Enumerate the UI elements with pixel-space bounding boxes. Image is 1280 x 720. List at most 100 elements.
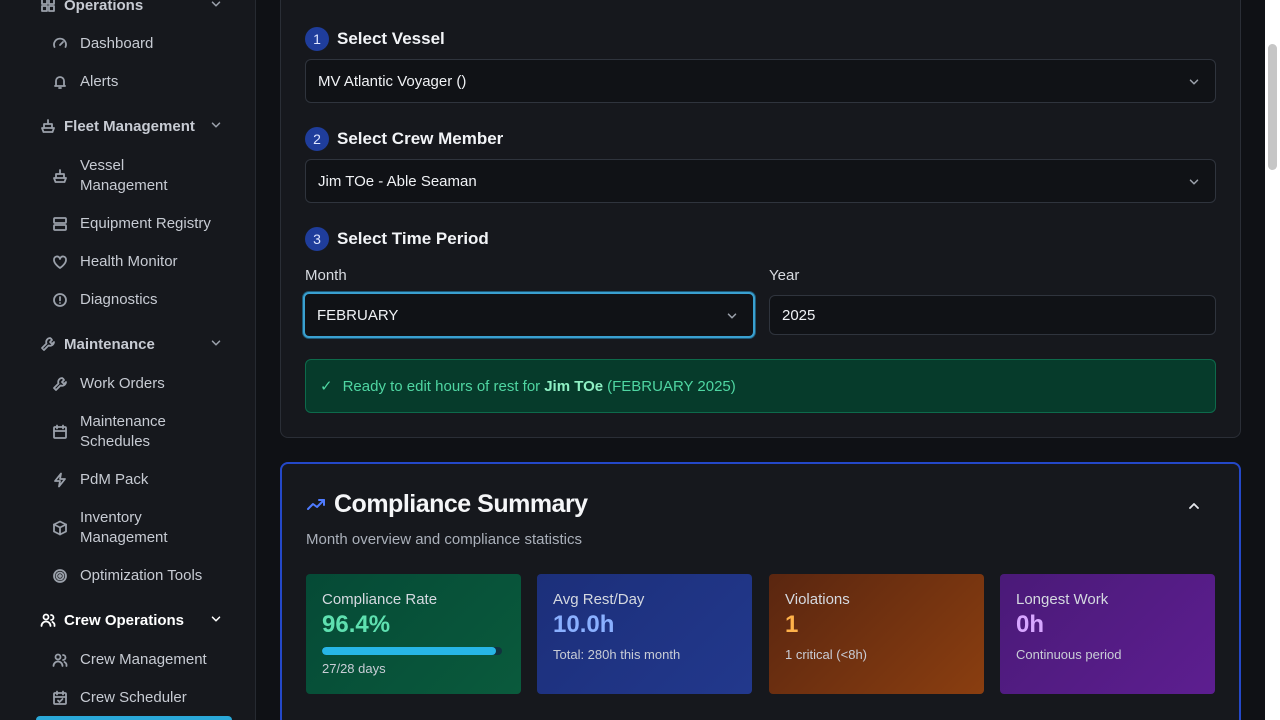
sidebar-section-operations[interactable]: Operations: [40, 0, 239, 17]
sidebar-item-label: Dashboard: [80, 35, 154, 52]
chevron-down-icon: [211, 616, 221, 622]
chevron-down-icon: [1189, 179, 1199, 185]
chevron-down-icon: [211, 340, 221, 346]
sidebar-item-inventory-management[interactable]: Inventory Management: [52, 508, 202, 548]
step-title: Select Crew Member: [337, 129, 504, 148]
sidebar-section-label: Crew Operations: [64, 611, 185, 629]
bell-icon: [52, 74, 68, 90]
trending-up-icon: [306, 495, 326, 515]
month-select-value: FEBRUARY: [317, 306, 399, 324]
chevron-down-icon: [727, 313, 737, 319]
step-number: 2: [305, 127, 329, 151]
month-label: Month: [305, 267, 347, 284]
sidebar-item-alerts[interactable]: Alerts: [52, 72, 242, 92]
sidebar-item-label: Health Monitor: [80, 253, 178, 270]
month-select[interactable]: FEBRUARY: [303, 292, 755, 338]
sidebar-item-label: PdM Pack: [80, 471, 149, 488]
sidebar-item-vessel-management[interactable]: Vessel Management: [52, 156, 202, 196]
stat-title: Compliance Rate: [322, 591, 438, 608]
compliance-summary-title: Compliance Summary: [334, 490, 588, 518]
wrench-icon: [52, 376, 68, 392]
chevron-down-icon: [211, 1, 221, 7]
zap-icon: [52, 472, 68, 488]
chevron-down-icon: [211, 122, 221, 128]
ready-prefix: Ready to edit hours of rest for: [342, 377, 541, 395]
users-icon: [40, 612, 56, 628]
year-label: Year: [769, 267, 800, 284]
year-input-value: 2025: [782, 306, 816, 324]
sidebar-item-crew-scheduler[interactable]: Crew Scheduler: [52, 688, 242, 708]
stat-sub: 1 critical (<8h): [785, 647, 867, 662]
users-icon: [52, 652, 68, 668]
sidebar-item-label: Work Orders: [80, 375, 165, 392]
compliance-progress-bar: [322, 647, 502, 655]
stat-title: Violations: [785, 591, 850, 608]
stat-value: 1: [785, 611, 799, 638]
sidebar-item-label: Crew Management: [80, 651, 207, 668]
ready-crew-name: Jim TOe: [544, 377, 604, 395]
scrollbar-thumb[interactable]: [1268, 44, 1277, 170]
sidebar-item-pdm-pack[interactable]: PdM Pack: [52, 470, 242, 490]
active-nav-indicator: [36, 716, 232, 720]
sidebar-item-dashboard[interactable]: Dashboard: [52, 34, 242, 54]
compliance-summary-header: Compliance Summary: [306, 490, 588, 519]
chevron-up-icon[interactable]: [1186, 498, 1202, 514]
step-select-time-period: 3 Select Time Period: [305, 227, 489, 251]
sidebar-item-work-orders[interactable]: Work Orders: [52, 374, 242, 394]
sidebar-section-crew-operations[interactable]: Crew Operations: [40, 608, 239, 632]
sidebar-item-maintenance-schedules[interactable]: Maintenance Schedules: [52, 412, 202, 452]
year-input[interactable]: 2025: [769, 295, 1216, 335]
stat-title: Avg Rest/Day: [553, 591, 645, 608]
wrench-icon: [40, 336, 56, 352]
step-select-vessel: 1 Select Vessel: [305, 27, 445, 51]
crew-member-select-value: Jim TOe - Able Seaman: [318, 172, 477, 190]
sidebar-item-label: Vessel Management: [80, 157, 168, 194]
vessel-select-value: MV Atlantic Voyager (): [318, 72, 467, 90]
stat-value: 10.0h: [553, 611, 615, 638]
page-scrollbar[interactable]: [1265, 0, 1280, 720]
sidebar-item-label: Optimization Tools: [80, 567, 203, 584]
stat-sub: Total: 280h this month: [553, 647, 681, 662]
sidebar-item-health-monitor[interactable]: Health Monitor: [52, 252, 242, 272]
alert-circle-icon: [52, 292, 68, 308]
sidebar-item-label: Maintenance Schedules: [80, 413, 166, 450]
step-number: 1: [305, 27, 329, 51]
compliance-progress-fill: [322, 647, 496, 655]
step-number: 3: [305, 227, 329, 251]
target-icon: [52, 568, 68, 584]
sidebar-item-label: Alerts: [80, 73, 119, 90]
heart-icon: [52, 254, 68, 270]
stat-card-longest-work: Longest Work 0h Continuous period: [1000, 574, 1215, 694]
check-icon: ✓: [320, 378, 333, 395]
ship-icon: [52, 168, 68, 184]
sidebar-section-label: Fleet Management: [64, 117, 195, 135]
stat-value: 96.4%: [322, 611, 391, 638]
sidebar-item-crew-management[interactable]: Crew Management: [52, 650, 242, 670]
sidebar-section-fleet-management[interactable]: Fleet Management: [40, 114, 239, 138]
step-select-crew-member: 2 Select Crew Member: [305, 127, 503, 151]
server-icon: [52, 216, 68, 232]
compliance-summary-subtitle: Month overview and compliance statistics: [306, 531, 582, 548]
sidebar-item-equipment-registry[interactable]: Equipment Registry: [52, 214, 242, 234]
stat-sub: Continuous period: [1016, 647, 1122, 662]
stat-card-compliance-rate: Compliance Rate 96.4% 27/28 days: [306, 574, 521, 694]
gauge-icon: [52, 36, 68, 52]
ready-period: (FEBRUARY 2025): [607, 377, 736, 395]
sidebar-item-diagnostics[interactable]: Diagnostics: [52, 290, 242, 310]
vessel-select[interactable]: MV Atlantic Voyager (): [305, 59, 1216, 103]
stat-sub: 27/28 days: [322, 661, 386, 676]
calendar-icon: [52, 424, 68, 440]
sidebar-section-maintenance[interactable]: Maintenance: [40, 332, 239, 356]
sidebar-item-optimization-tools[interactable]: Optimization Tools: [52, 566, 242, 586]
ship-icon: [40, 118, 56, 134]
chevron-down-icon: [1189, 79, 1199, 85]
sidebar-item-label: Equipment Registry: [80, 215, 211, 232]
stat-value: 0h: [1016, 611, 1045, 638]
sidebar: Operations Dashboard Alerts Fleet Manage…: [0, 0, 256, 720]
step-title: Select Vessel: [337, 29, 445, 48]
sidebar-item-label: Crew Scheduler: [80, 689, 187, 706]
sidebar-item-label: Diagnostics: [80, 291, 158, 308]
ready-status-banner: ✓ Ready to edit hours of rest for Jim TO…: [305, 359, 1216, 413]
crew-member-select[interactable]: Jim TOe - Able Seaman: [305, 159, 1216, 203]
stat-card-violations: Violations 1 1 critical (<8h): [769, 574, 984, 694]
